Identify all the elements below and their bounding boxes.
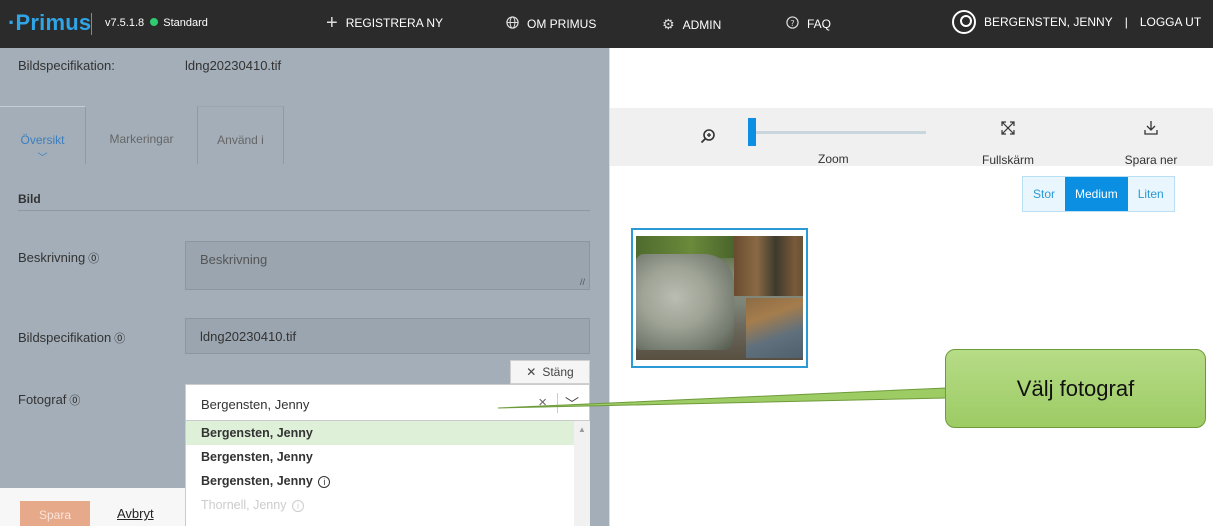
callout-text: Välj fotograf xyxy=(1016,375,1135,401)
logout-link[interactable]: LOGGA UT xyxy=(1140,15,1201,29)
option-label: Thornell, Jenny xyxy=(201,498,287,512)
image-thumbnail[interactable] xyxy=(631,228,808,368)
status-dot-icon xyxy=(150,18,159,26)
tab-used-in-label: Använd i xyxy=(217,133,264,147)
tab-overview-label: Översikt xyxy=(20,133,65,147)
nav-about-primus[interactable]: OM PRIMUS xyxy=(506,16,596,32)
runestone-photo xyxy=(636,236,803,360)
clear-icon[interactable]: × xyxy=(538,394,547,411)
close-icon: ✕ xyxy=(526,365,537,379)
primus-logo[interactable]: ·Primus xyxy=(8,10,91,36)
zoom-icon xyxy=(700,128,716,147)
photographer-label: Fotograf ⓪ xyxy=(18,392,80,408)
info-icon[interactable]: i xyxy=(318,476,331,488)
chevron-down-icon: ﹀ xyxy=(37,153,48,164)
image-viewer-panel: Zoom Fullskärm Spara ner Stor Medium Lit… xyxy=(609,48,1213,526)
plus-icon: + xyxy=(326,12,338,34)
photo-rock xyxy=(636,254,734,350)
description-field[interactable]: Beskrivning // xyxy=(185,241,590,290)
help-circle-icon: ? xyxy=(786,16,799,32)
list-item[interactable]: Bergensten, Jenny xyxy=(186,445,590,469)
user-avatar-icon[interactable] xyxy=(952,10,976,34)
photographer-label-text: Fotograf xyxy=(18,392,67,407)
info-icon[interactable]: i xyxy=(291,500,304,512)
nav-admin[interactable]: ⚙ ADMIN xyxy=(662,16,721,33)
globe-icon xyxy=(506,16,519,32)
resize-grip-icon[interactable]: // xyxy=(580,277,585,287)
dropdown-scrollbar[interactable]: ▲ xyxy=(574,421,590,526)
section-title: Bild xyxy=(18,192,41,206)
list-item[interactable]: Bergensten, Jenny i xyxy=(186,469,590,493)
description-label: Beskrivning ⓪ xyxy=(18,250,99,266)
scroll-up-icon[interactable]: ▲ xyxy=(578,425,586,434)
nav-about-primus-label: OM PRIMUS xyxy=(527,17,597,31)
option-label: Bergensten, Jenny xyxy=(201,474,313,488)
imagespec-label-text: Bildspecifikation xyxy=(18,330,112,345)
download-icon xyxy=(1116,120,1186,141)
tab-overview[interactable]: Översikt ﹀ xyxy=(0,106,86,164)
size-small-button[interactable]: Liten xyxy=(1127,177,1174,211)
image-spec-header-label: Bildspecifikation: xyxy=(18,58,115,73)
zoom-slider-track[interactable] xyxy=(756,131,926,134)
image-spec-header-value: ldng20230410.tif xyxy=(185,58,282,73)
description-placeholder: Beskrivning xyxy=(200,252,268,267)
tab-markings-label: Markeringar xyxy=(109,132,174,146)
description-label-text: Beskrivning xyxy=(18,250,86,265)
section-divider xyxy=(18,210,590,211)
callout-box: Välj fotograf xyxy=(945,349,1206,428)
help-icon[interactable]: ⓪ xyxy=(88,250,99,266)
logo-separator xyxy=(91,13,92,35)
zoom-slider-handle[interactable] xyxy=(748,118,756,146)
chevron-down-icon[interactable]: ﹀ xyxy=(565,394,579,414)
user-area: BERGENSTEN, JENNY | LOGGA UT xyxy=(952,10,1201,34)
download-label: Spara ner xyxy=(1124,153,1178,167)
edition-label: Standard xyxy=(163,17,208,29)
fullscreen-icon xyxy=(978,120,1038,141)
tab-used-in[interactable]: Använd i xyxy=(198,106,284,164)
tab-markings[interactable]: Markeringar xyxy=(86,106,198,164)
help-icon[interactable]: ⓪ xyxy=(114,330,125,346)
zoom-label: Zoom xyxy=(818,152,849,166)
save-button[interactable]: Spara xyxy=(20,501,90,526)
photographer-select[interactable]: Bergensten, Jenny × ﹀ xyxy=(185,384,590,421)
imagespec-label: Bildspecifikation ⓪ xyxy=(18,330,125,346)
help-icon[interactable]: ⓪ xyxy=(69,392,80,408)
gear-icon: ⚙ xyxy=(662,16,675,32)
close-button[interactable]: ✕ Stäng xyxy=(510,360,590,384)
download-button[interactable]: Spara ner xyxy=(1116,120,1186,167)
list-item[interactable]: Bergensten, Jenny xyxy=(186,421,590,445)
size-medium-button[interactable]: Medium xyxy=(1065,177,1128,211)
nav-admin-label: ADMIN xyxy=(682,17,722,32)
nav-register-new-label: REGISTRERA NY xyxy=(345,16,444,30)
close-button-label: Stäng xyxy=(542,365,574,379)
size-large-button[interactable]: Stor xyxy=(1023,177,1066,211)
select-divider xyxy=(557,393,558,413)
user-name[interactable]: BERGENSTEN, JENNY xyxy=(984,15,1113,29)
photo-trees xyxy=(734,236,803,296)
top-navigation-bar: ·Primus v7.5.1.8 Standard + REGISTRERA N… xyxy=(0,0,1213,48)
version-info: v7.5.1.8 Standard xyxy=(105,17,208,29)
fullscreen-button[interactable]: Fullskärm xyxy=(978,120,1038,167)
svg-text:?: ? xyxy=(790,18,794,28)
photo-road xyxy=(746,298,803,358)
nav-faq[interactable]: ? FAQ xyxy=(786,16,831,32)
user-separator: | xyxy=(1124,15,1128,29)
detail-tabs: Översikt ﹀ Markeringar Använd i xyxy=(0,106,284,164)
list-item[interactable]: Thornell, Jenny i xyxy=(186,493,590,517)
imagespec-field[interactable]: ldng20230410.tif xyxy=(185,318,590,354)
fullscreen-label: Fullskärm xyxy=(981,153,1034,167)
version-number: v7.5.1.8 xyxy=(105,17,145,29)
photographer-dropdown: Bergensten, Jenny Bergensten, Jenny Berg… xyxy=(185,421,590,526)
photographer-select-value: Bergensten, Jenny xyxy=(201,397,310,412)
nav-register-new[interactable]: + REGISTRERA NY xyxy=(326,12,444,34)
cancel-link[interactable]: Avbryt xyxy=(117,506,154,521)
nav-faq-label: FAQ xyxy=(807,17,832,31)
thumbnail-size-toggle: Stor Medium Liten xyxy=(1022,176,1175,212)
